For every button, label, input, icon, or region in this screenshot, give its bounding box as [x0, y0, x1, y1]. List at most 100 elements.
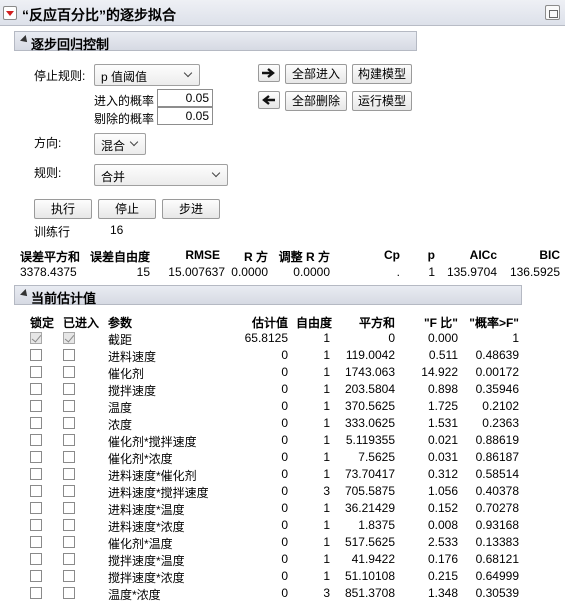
entered-checkbox[interactable] [63, 519, 75, 531]
col-header-parameter: 参数 [108, 316, 133, 330]
go-button[interactable]: 执行 [34, 199, 92, 219]
col-header-prob-f: "概率>F" [469, 316, 519, 330]
df-cell: 3 [323, 484, 330, 498]
red-triangle-menu-icon[interactable] [3, 6, 17, 20]
entered-checkbox[interactable] [63, 570, 75, 582]
expand-window-icon[interactable] [545, 5, 560, 20]
lock-checkbox[interactable] [30, 400, 42, 412]
lock-checkbox[interactable] [30, 468, 42, 480]
estimate-cell: 0 [281, 467, 288, 481]
stat-value-rsq: 0.0000 [231, 265, 268, 279]
current-estimates-title: 当前估计值 [31, 291, 97, 306]
collapse-triangle-icon[interactable] [20, 35, 30, 45]
df-cell: 1 [323, 569, 330, 583]
entered-checkbox[interactable] [63, 434, 75, 446]
step-button[interactable]: 步进 [162, 199, 220, 219]
lock-checkbox[interactable] [30, 553, 42, 565]
f-ratio-cell: 1.725 [427, 399, 458, 413]
sum-of-squares-cell: 51.10108 [344, 569, 395, 583]
entered-checkbox[interactable] [63, 536, 75, 548]
entered-checkbox[interactable] [63, 417, 75, 429]
df-cell: 1 [323, 501, 330, 515]
table-row: 搅拌速度*浓度 0 1 51.10108 0.215 0.64999 [0, 568, 565, 585]
lock-checkbox[interactable] [30, 366, 42, 378]
arrow-right-icon [262, 68, 275, 78]
stop-button[interactable]: 停止 [98, 199, 156, 219]
table-row: 进料速度*温度 0 1 36.21429 0.152 0.70278 [0, 500, 565, 517]
sum-of-squares-cell: 851.3708 [344, 586, 395, 600]
entered-checkbox[interactable] [63, 553, 75, 565]
f-ratio-cell: 1.531 [427, 416, 458, 430]
stat-header-cp: Cp [384, 248, 400, 262]
lock-checkbox[interactable] [30, 587, 42, 599]
collapse-triangle-icon[interactable] [20, 289, 30, 299]
prob-leave-input[interactable] [157, 107, 213, 125]
estimate-cell: 0 [281, 399, 288, 413]
make-model-button[interactable]: 构建模型 [352, 64, 412, 84]
run-model-button[interactable]: 运行模型 [352, 91, 412, 111]
entered-checkbox[interactable] [63, 349, 75, 361]
lock-checkbox[interactable] [30, 502, 42, 514]
stat-header-dfe: 误差自由度 [90, 250, 151, 264]
f-ratio-cell: 0.511 [428, 348, 458, 362]
df-cell: 1 [323, 535, 330, 549]
remove-all-arrow-button[interactable] [258, 91, 280, 109]
stat-value-adj-rsq: 0.0000 [293, 265, 330, 279]
enter-all-button[interactable]: 全部进入 [285, 64, 347, 84]
col-header-estimate: 估计值 [251, 316, 288, 330]
entered-checkbox[interactable] [63, 502, 75, 514]
entered-checkbox[interactable] [63, 332, 75, 344]
entered-checkbox[interactable] [63, 383, 75, 395]
enter-all-arrow-button[interactable] [258, 64, 280, 82]
f-ratio-cell: 0.176 [427, 552, 458, 566]
stop-rule-label: 停止规则: [34, 69, 86, 83]
entered-checkbox[interactable] [63, 366, 75, 378]
df-cell: 1 [323, 365, 330, 379]
entered-checkbox[interactable] [63, 468, 75, 480]
lock-checkbox[interactable] [30, 332, 42, 344]
remove-all-button[interactable]: 全部删除 [285, 91, 347, 111]
table-row: 进料速度*搅拌速度 0 3 705.5875 1.056 0.40378 [0, 483, 565, 500]
sum-of-squares-cell: 0 [388, 331, 395, 345]
table-row: 温度*浓度 0 3 851.3708 1.348 0.30539 [0, 585, 565, 602]
prob-enter-label: 进入的概率 [94, 94, 155, 108]
table-row: 搅拌速度 0 1 203.5804 0.898 0.35946 [0, 381, 565, 398]
lock-checkbox[interactable] [30, 485, 42, 497]
prob-f-cell: 0.35946 [475, 382, 519, 396]
stat-value-dfe: 15 [136, 265, 150, 279]
rules-dropdown[interactable]: 合并 [94, 164, 228, 186]
stat-header-rsq: R 方 [243, 250, 268, 264]
f-ratio-cell: 0.215 [427, 569, 458, 583]
lock-checkbox[interactable] [30, 417, 42, 429]
prob-leave-label: 剔除的概率 [94, 112, 155, 126]
table-row: 催化剂 0 1 1743.063 14.922 0.00172 [0, 364, 565, 381]
lock-checkbox[interactable] [30, 383, 42, 395]
chevron-down-icon [129, 137, 139, 147]
current-estimates-header[interactable]: 当前估计值 [14, 285, 522, 306]
estimate-cell: 0 [281, 348, 288, 362]
entered-checkbox[interactable] [63, 400, 75, 412]
lock-checkbox[interactable] [30, 451, 42, 463]
direction-dropdown[interactable]: 混合 [94, 133, 146, 155]
df-cell: 1 [323, 348, 330, 362]
prob-enter-input[interactable] [157, 89, 213, 107]
sum-of-squares-cell: 7.5625 [358, 450, 395, 464]
f-ratio-cell: 0.898 [427, 382, 458, 396]
f-ratio-cell: 0.152 [427, 501, 458, 515]
stop-rule-dropdown[interactable]: p 值阈值 [94, 64, 200, 86]
lock-checkbox[interactable] [30, 536, 42, 548]
entered-checkbox[interactable] [63, 587, 75, 599]
table-row: 搅拌速度*温度 0 1 41.9422 0.176 0.68121 [0, 551, 565, 568]
lock-checkbox[interactable] [30, 570, 42, 582]
entered-checkbox[interactable] [63, 485, 75, 497]
sum-of-squares-cell: 36.21429 [344, 501, 395, 515]
lock-checkbox[interactable] [30, 349, 42, 361]
lock-checkbox[interactable] [30, 434, 42, 446]
f-ratio-cell: 0.031 [427, 450, 458, 464]
lock-checkbox[interactable] [30, 519, 42, 531]
f-ratio-cell: 1.056 [427, 484, 458, 498]
entered-checkbox[interactable] [63, 451, 75, 463]
stepwise-control-header[interactable]: 逐步回归控制 [14, 31, 417, 52]
arrow-left-icon [262, 95, 275, 105]
stat-header-sse: 误差平方和 [20, 250, 81, 264]
